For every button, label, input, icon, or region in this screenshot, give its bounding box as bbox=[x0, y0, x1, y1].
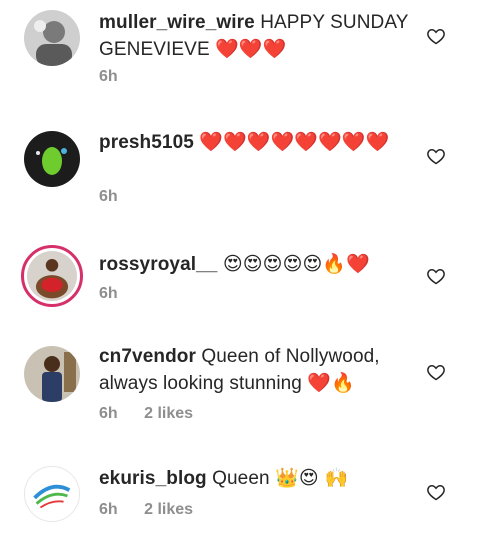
likes-count[interactable]: 2 likes bbox=[144, 501, 193, 518]
avatar[interactable] bbox=[24, 131, 80, 187]
heart-outline-icon bbox=[427, 148, 445, 165]
comment-time: 6h bbox=[99, 285, 118, 302]
comment-text: rossyroyal__ 😍😍😍😍😍🔥❤️ bbox=[99, 251, 419, 278]
comment-emojis: ❤️🔥 bbox=[307, 372, 355, 394]
comment-emojis: 👑😍 🙌 bbox=[275, 467, 349, 489]
avatar[interactable] bbox=[24, 10, 80, 66]
comment-text: muller_wire_wire HAPPY SUNDAY GENEVIEVE … bbox=[99, 10, 419, 63]
username-link[interactable]: ekuris_blog bbox=[99, 468, 207, 489]
comment-body: Queen bbox=[212, 468, 270, 489]
comment-time: 6h bbox=[99, 188, 118, 205]
like-button[interactable] bbox=[426, 482, 446, 502]
comment-meta: 6h bbox=[99, 68, 140, 86]
avatar[interactable] bbox=[24, 346, 80, 402]
comment-emojis: ❤️❤️❤️ bbox=[215, 38, 287, 60]
like-button[interactable] bbox=[426, 146, 446, 166]
username-link[interactable]: muller_wire_wire bbox=[99, 12, 255, 33]
comment-meta: 6h 2 likes bbox=[99, 405, 215, 423]
like-button[interactable] bbox=[426, 26, 446, 46]
username-link[interactable]: presh5105 bbox=[99, 132, 194, 153]
heart-outline-icon bbox=[427, 364, 445, 381]
comment-emojis: ❤️❤️❤️❤️❤️❤️❤️❤️ bbox=[199, 131, 390, 153]
heart-outline-icon bbox=[427, 268, 445, 285]
comment-text: presh5105 ❤️❤️❤️❤️❤️❤️❤️❤️ bbox=[99, 129, 419, 156]
comment-text: ekuris_blog Queen 👑😍 🙌 bbox=[99, 465, 419, 492]
comment-time: 6h bbox=[99, 501, 118, 518]
username-link[interactable]: rossyroyal__ bbox=[99, 254, 217, 275]
like-button[interactable] bbox=[426, 266, 446, 286]
comment-text: cn7vendor Queen of Nollywood, always loo… bbox=[99, 344, 419, 397]
comment-meta: 6h bbox=[99, 285, 140, 303]
avatar[interactable] bbox=[21, 245, 83, 307]
comment-time: 6h bbox=[99, 405, 118, 422]
comment-meta: 6h 2 likes bbox=[99, 501, 215, 519]
avatar[interactable] bbox=[24, 466, 80, 522]
likes-count[interactable]: 2 likes bbox=[144, 405, 193, 422]
comment-meta: 6h bbox=[99, 188, 140, 206]
username-link[interactable]: cn7vendor bbox=[99, 346, 196, 367]
comment-time: 6h bbox=[99, 68, 118, 85]
like-button[interactable] bbox=[426, 362, 446, 382]
heart-outline-icon bbox=[427, 484, 445, 501]
heart-outline-icon bbox=[427, 28, 445, 45]
comment-emojis: 😍😍😍😍😍🔥❤️ bbox=[222, 253, 370, 275]
